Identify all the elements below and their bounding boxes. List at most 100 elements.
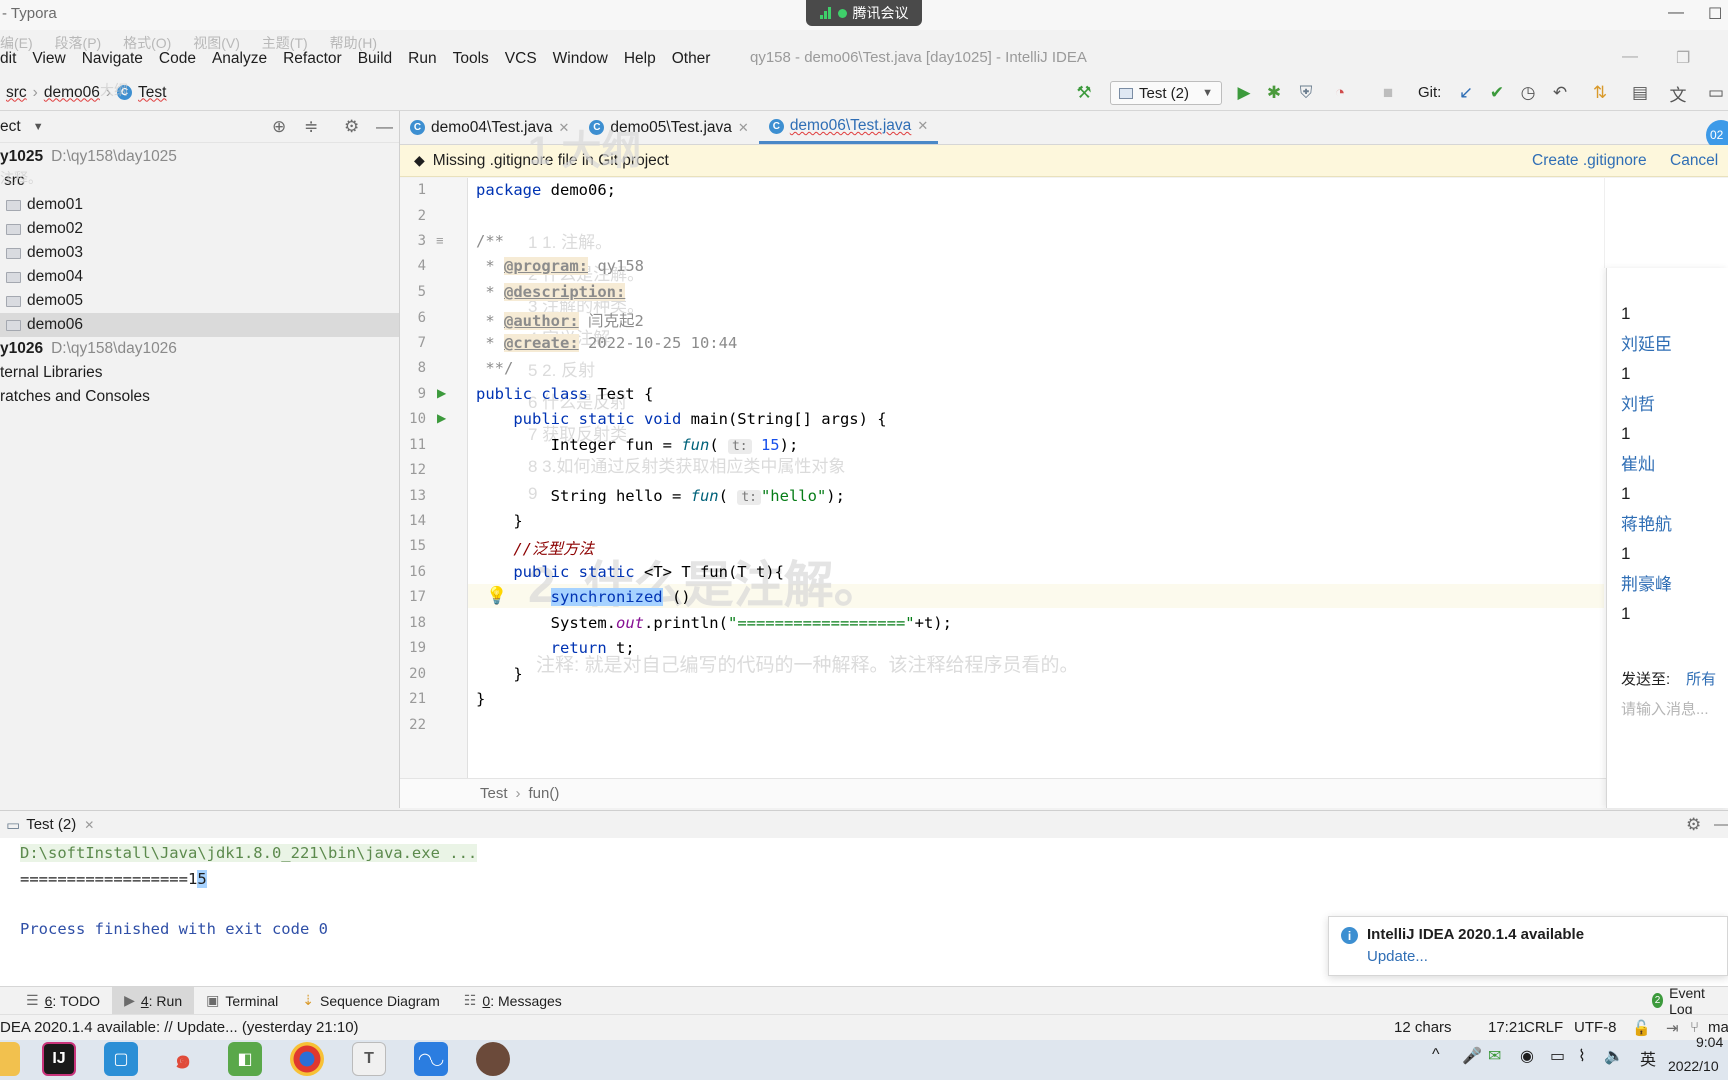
close-icon[interactable]: ✕ (917, 118, 928, 134)
menu-help[interactable]: Help (624, 50, 656, 68)
menu-navigate[interactable]: Navigate (82, 50, 143, 68)
close-icon[interactable]: ✕ (738, 120, 749, 136)
create-gitignore-link[interactable]: Create .gitignore (1532, 152, 1647, 170)
run-tab-label[interactable]: Test (2) (26, 816, 76, 833)
project-structure-icon[interactable]: ▤ (1630, 83, 1650, 103)
close-icon[interactable]: ✕ (84, 818, 94, 832)
network-icon[interactable]: ⌇ (1578, 1046, 1586, 1066)
chat-message-input[interactable]: 请输入消息... (1621, 698, 1709, 719)
tree-item-demo05[interactable]: demo05 (0, 289, 400, 313)
tool-event-log[interactable]: 2 Event Log (1640, 985, 1728, 1017)
idea-restore-icon[interactable]: ❐ (1676, 48, 1690, 68)
typora-taskbar-icon[interactable]: T (352, 1042, 386, 1076)
minimize-icon[interactable]: — (1668, 4, 1684, 22)
menu-code[interactable]: Code (159, 50, 196, 68)
git-commit-icon[interactable]: ✔ (1487, 83, 1507, 103)
tree-item-demo04[interactable]: demo04 (0, 265, 400, 289)
menu-refactor[interactable]: Refactor (283, 50, 342, 68)
idea-minimize-icon[interactable]: — (1622, 48, 1638, 66)
tool-messages[interactable]: ☷ 0: Messages (452, 987, 574, 1015)
status-caret-position[interactable]: 17:21 (1488, 1019, 1526, 1036)
menu-view[interactable]: View (32, 50, 65, 68)
history-icon[interactable]: ◷ (1518, 83, 1538, 103)
app-green-icon[interactable]: ◧ (228, 1042, 262, 1076)
locate-icon[interactable]: ⊕ (272, 117, 286, 137)
tool-todo[interactable]: ☰ 6: TODO (14, 987, 112, 1015)
menu-run[interactable]: Run (408, 50, 436, 68)
breadcrumb-class[interactable]: Test (138, 84, 166, 102)
git-update-icon[interactable]: ↙ (1456, 83, 1476, 103)
menu-window[interactable]: Window (553, 50, 608, 68)
tab-demo06-test[interactable]: C demo06\Test.java ✕ (758, 111, 939, 144)
tree-item-demo02[interactable]: demo02 (0, 217, 400, 241)
build-hammer-icon[interactable]: ⚒ (1074, 83, 1094, 103)
lock-icon[interactable]: 🔓 (1632, 1019, 1651, 1037)
intellij-taskbar-icon[interactable]: IJ (42, 1042, 76, 1076)
file-explorer-icon[interactable] (0, 1042, 20, 1076)
ime-indicator[interactable]: 英 (1640, 1046, 1656, 1070)
chat-sender[interactable]: 荆豪峰 (1621, 570, 1672, 595)
tool-sequence-diagram[interactable]: ⇣ Sequence Diagram (290, 987, 452, 1015)
clock-date[interactable]: 2022/10 (1668, 1058, 1719, 1074)
volume-icon[interactable]: 🔈 (1604, 1046, 1624, 1066)
menu-build[interactable]: Build (358, 50, 392, 68)
chat-sender[interactable]: 蒋艳航 (1621, 510, 1672, 535)
gear-icon[interactable]: ⚙ (1686, 815, 1701, 835)
collapse-icon[interactable]: ≑ (304, 117, 318, 137)
run-gutter-icon[interactable]: ▶ (437, 386, 446, 400)
run-config-select[interactable]: Test (2) ▼ (1110, 81, 1222, 105)
tree-item-scratches[interactable]: ratches and Consoles (0, 385, 400, 409)
hide-icon[interactable]: — (376, 117, 393, 137)
status-encoding[interactable]: UTF-8 (1574, 1019, 1617, 1036)
chrome-icon[interactable] (290, 1042, 324, 1076)
profile-icon[interactable]: ◔ (1330, 83, 1350, 103)
search-everywhere-icon[interactable]: ▭ (1706, 83, 1726, 103)
maximize-icon[interactable]: ☐ (1708, 4, 1722, 24)
tree-item-demo01[interactable]: demo01 (0, 193, 400, 217)
tree-item-day1025[interactable]: y1025 D:\qy158\day1025 (0, 145, 400, 169)
tree-item-demo06[interactable]: demo06 (0, 313, 400, 337)
doc-render-icon[interactable]: ≡ (436, 233, 444, 248)
tool-terminal[interactable]: ▣ Terminal (194, 987, 290, 1015)
status-line-separator[interactable]: CRLF (1524, 1019, 1563, 1036)
coverage-icon[interactable]: ⛨ (1296, 83, 1316, 103)
chat-sender[interactable]: 刘哲 (1621, 390, 1655, 415)
code-editor[interactable] (468, 178, 1728, 778)
microphone-icon[interactable]: 🎤 (1462, 1046, 1482, 1066)
menu-vcs[interactable]: VCS (505, 50, 537, 68)
tencent-meeting-taskbar-icon[interactable]: ◠◡ (414, 1042, 448, 1076)
chat-sender[interactable]: 刘延臣 (1621, 330, 1672, 355)
tree-item-day1026[interactable]: y1026 D:\qy158\day1026 (0, 337, 400, 361)
tree-item-external-libraries[interactable]: ternal Libraries (0, 361, 400, 385)
user-avatar-icon[interactable] (476, 1042, 510, 1076)
tree-item-demo03[interactable]: demo03 (0, 241, 400, 265)
menu-tools[interactable]: Tools (453, 50, 489, 68)
debug-icon[interactable]: ✱ (1264, 83, 1284, 103)
menu-other[interactable]: Other (672, 50, 711, 68)
status-message[interactable]: DEA 2020.1.4 available: // Update... (ye… (0, 1019, 359, 1036)
menu-edit[interactable]: dit (0, 50, 16, 68)
clock-time[interactable]: 9:04 (1696, 1034, 1723, 1050)
run-gutter-icon[interactable]: ▶ (437, 411, 446, 425)
breadcrumb-package[interactable]: demo06 (44, 84, 100, 102)
run-icon[interactable]: ▶ (1234, 83, 1254, 103)
cancel-link[interactable]: Cancel (1670, 152, 1718, 170)
stop-icon[interactable]: ■ (1378, 83, 1398, 103)
tree-item-src[interactable]: src (0, 169, 400, 193)
chevron-up-icon[interactable]: ^ (1432, 1046, 1440, 1064)
vcs-push-icon[interactable]: ⇅ (1590, 83, 1610, 103)
send-to-select[interactable]: 所有 (1686, 671, 1716, 688)
breadcrumb-src[interactable]: src (6, 84, 27, 102)
app-blue-icon[interactable]: ▢ (104, 1042, 138, 1076)
menu-analyze[interactable]: Analyze (212, 50, 267, 68)
battery-icon[interactable]: ▭ (1550, 1046, 1565, 1066)
gear-icon[interactable]: ⚙ (344, 117, 359, 137)
editor-crumb-class[interactable]: Test (480, 785, 508, 802)
qq-icon[interactable]: ◉ (1520, 1046, 1534, 1066)
hide-icon[interactable]: — (1714, 816, 1728, 833)
editor-crumb-method[interactable]: fun() (529, 785, 560, 802)
update-link[interactable]: Update... (1367, 948, 1428, 965)
chat-sender[interactable]: 崔灿 (1621, 450, 1655, 475)
wechat-icon[interactable]: ✉ (1488, 1046, 1501, 1066)
chevron-down-icon[interactable]: ▼ (33, 121, 44, 133)
